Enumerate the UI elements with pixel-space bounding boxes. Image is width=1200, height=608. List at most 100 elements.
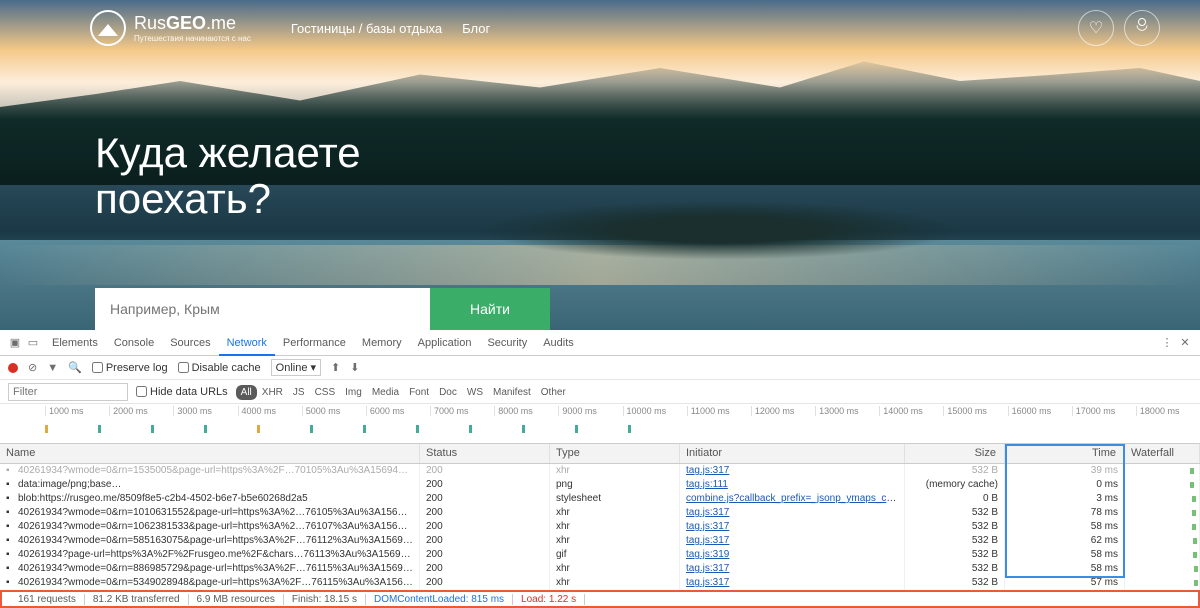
devtools-tab-elements[interactable]: Elements xyxy=(44,332,106,354)
col-initiator[interactable]: Initiator xyxy=(680,444,905,463)
hero-headline: Куда желаете поехать? xyxy=(95,130,361,222)
device-toggle-icon[interactable]: ▭ xyxy=(26,336,40,350)
cell-name: ▪blob:https://rusgeo.me/8509f8e5-c2b4-45… xyxy=(0,492,420,506)
timeline-tick: 11000 ms xyxy=(687,406,751,416)
network-timeline[interactable]: 1000 ms2000 ms3000 ms4000 ms5000 ms6000 … xyxy=(0,404,1200,444)
disable-cache-checkbox[interactable]: Disable cache xyxy=(178,362,261,374)
record-icon[interactable] xyxy=(8,363,18,373)
cell-initiator: tag.js:317 xyxy=(680,576,905,590)
col-size[interactable]: Size xyxy=(905,444,1005,463)
table-row[interactable]: ▪40261934?page-url=https%3A%2F%2Frusgeo.… xyxy=(0,548,1200,562)
timeline-tick: 5000 ms xyxy=(302,406,366,416)
cell-size: 532 B xyxy=(905,506,1005,520)
devtools-close-icon[interactable]: ✕ xyxy=(1178,336,1192,350)
col-type[interactable]: Type xyxy=(550,444,680,463)
cell-type: gif xyxy=(550,548,680,562)
table-row[interactable]: ▪40261934?wmode=0&rn=1535005&page-url=ht… xyxy=(0,464,1200,478)
filter-manifest[interactable]: Manifest xyxy=(488,385,536,400)
cell-initiator: tag.js:111 xyxy=(680,478,905,492)
table-row[interactable]: ▪40261934?wmode=0&rn=1010631552&page-url… xyxy=(0,506,1200,520)
devtools-tab-application[interactable]: Application xyxy=(410,332,480,354)
cell-initiator: tag.js:317 xyxy=(680,520,905,534)
clear-icon[interactable]: ⊘ xyxy=(28,361,37,374)
filter-js[interactable]: JS xyxy=(288,385,310,400)
cell-waterfall xyxy=(1125,464,1200,478)
cell-time: 3 ms xyxy=(1005,492,1125,506)
filter-input[interactable] xyxy=(8,383,128,401)
filter-doc[interactable]: Doc xyxy=(434,385,462,400)
cell-status: 200 xyxy=(420,562,550,576)
filter-xhr[interactable]: XHR xyxy=(257,385,288,400)
table-row[interactable]: ▪40261934?wmode=0&rn=886985729&page-url=… xyxy=(0,562,1200,576)
cell-waterfall xyxy=(1125,478,1200,492)
preserve-log-checkbox[interactable]: Preserve log xyxy=(92,362,168,374)
timeline-tick: 6000 ms xyxy=(366,406,430,416)
devtools-menu-icon[interactable]: ⋮ xyxy=(1160,336,1174,350)
devtools-tab-security[interactable]: Security xyxy=(479,332,535,354)
cell-name: ▪40261934?wmode=0&rn=886985729&page-url=… xyxy=(0,562,420,576)
devtools-tab-performance[interactable]: Performance xyxy=(275,332,354,354)
search-input[interactable] xyxy=(95,288,430,330)
cell-type: xhr xyxy=(550,576,680,590)
network-controls: ⊘ ▼ 🔍 Preserve log Disable cache Online … xyxy=(0,356,1200,380)
nav-hotels[interactable]: Гостиницы / базы отдыха xyxy=(291,21,442,36)
devtools-tab-audits[interactable]: Audits xyxy=(535,332,582,354)
cell-time: 39 ms xyxy=(1005,464,1125,478)
hide-data-urls-checkbox[interactable]: Hide data URLs xyxy=(136,386,228,398)
devtools-tab-console[interactable]: Console xyxy=(106,332,162,354)
timeline-tick: 14000 ms xyxy=(879,406,943,416)
filter-ws[interactable]: WS xyxy=(462,385,488,400)
filter-img[interactable]: Img xyxy=(340,385,367,400)
table-row[interactable]: ▪blob:https://rusgeo.me/8509f8e5-c2b4-45… xyxy=(0,492,1200,506)
cell-waterfall xyxy=(1125,548,1200,562)
cell-size: 532 B xyxy=(905,562,1005,576)
filter-css[interactable]: CSS xyxy=(310,385,341,400)
filter-font[interactable]: Font xyxy=(404,385,434,400)
devtools-tab-memory[interactable]: Memory xyxy=(354,332,410,354)
status-resources: 6.9 MB resources xyxy=(189,594,284,605)
cell-waterfall xyxy=(1125,576,1200,590)
timeline-tick: 10000 ms xyxy=(623,406,687,416)
top-nav: RusGEO.me Путешествия начинаются с нас Г… xyxy=(0,10,1200,46)
col-waterfall[interactable]: Waterfall xyxy=(1125,444,1200,463)
search-button[interactable]: Найти xyxy=(430,288,550,330)
cell-name: ▪40261934?wmode=0&rn=1535005&page-url=ht… xyxy=(0,464,420,478)
devtools-tab-sources[interactable]: Sources xyxy=(162,332,218,354)
logo[interactable]: RusGEO.me Путешествия начинаются с нас xyxy=(90,10,251,46)
account-icon[interactable] xyxy=(1124,10,1160,46)
cell-status: 200 xyxy=(420,534,550,548)
filter-media[interactable]: Media xyxy=(367,385,404,400)
search-icon[interactable]: 🔍 xyxy=(68,361,82,374)
devtools-tab-network[interactable]: Network xyxy=(219,332,275,356)
cell-waterfall xyxy=(1125,534,1200,548)
cell-time: 0 ms xyxy=(1005,478,1125,492)
col-status[interactable]: Status xyxy=(420,444,550,463)
cell-status: 200 xyxy=(420,464,550,478)
timeline-tick: 12000 ms xyxy=(751,406,815,416)
favorites-icon[interactable] xyxy=(1078,10,1114,46)
table-row[interactable]: ▪40261934?wmode=0&rn=5349028948&page-url… xyxy=(0,576,1200,590)
cell-type: xhr xyxy=(550,506,680,520)
inspect-icon[interactable]: ▣ xyxy=(8,336,22,350)
hero-section: RusGEO.me Путешествия начинаются с нас Г… xyxy=(0,0,1200,330)
throttling-select[interactable]: Online ▾ xyxy=(271,359,321,376)
filter-toggle-icon[interactable]: ▼ xyxy=(47,362,58,374)
col-name[interactable]: Name xyxy=(0,444,420,463)
filter-all[interactable]: All xyxy=(236,385,257,400)
col-time[interactable]: Time xyxy=(1005,444,1125,463)
status-load: Load: 1.22 s xyxy=(513,594,585,605)
cell-name: ▪data:image/png;base… xyxy=(0,478,420,492)
timeline-tick: 1000 ms xyxy=(45,406,109,416)
nav-blog[interactable]: Блог xyxy=(462,21,490,36)
export-har-icon[interactable]: ⬇ xyxy=(350,361,359,374)
table-row[interactable]: ▪data:image/png;base…200pngtag.js:111(me… xyxy=(0,478,1200,492)
cell-status: 200 xyxy=(420,478,550,492)
cell-type: stylesheet xyxy=(550,492,680,506)
import-har-icon[interactable]: ⬆ xyxy=(331,361,340,374)
table-row[interactable]: ▪40261934?wmode=0&rn=585163075&page-url=… xyxy=(0,534,1200,548)
logo-text: RusGEO.me xyxy=(134,13,251,34)
filter-other[interactable]: Other xyxy=(536,385,571,400)
table-row[interactable]: ▪40261934?wmode=0&rn=1062381533&page-url… xyxy=(0,520,1200,534)
timeline-tick: 9000 ms xyxy=(558,406,622,416)
cell-status: 200 xyxy=(420,548,550,562)
